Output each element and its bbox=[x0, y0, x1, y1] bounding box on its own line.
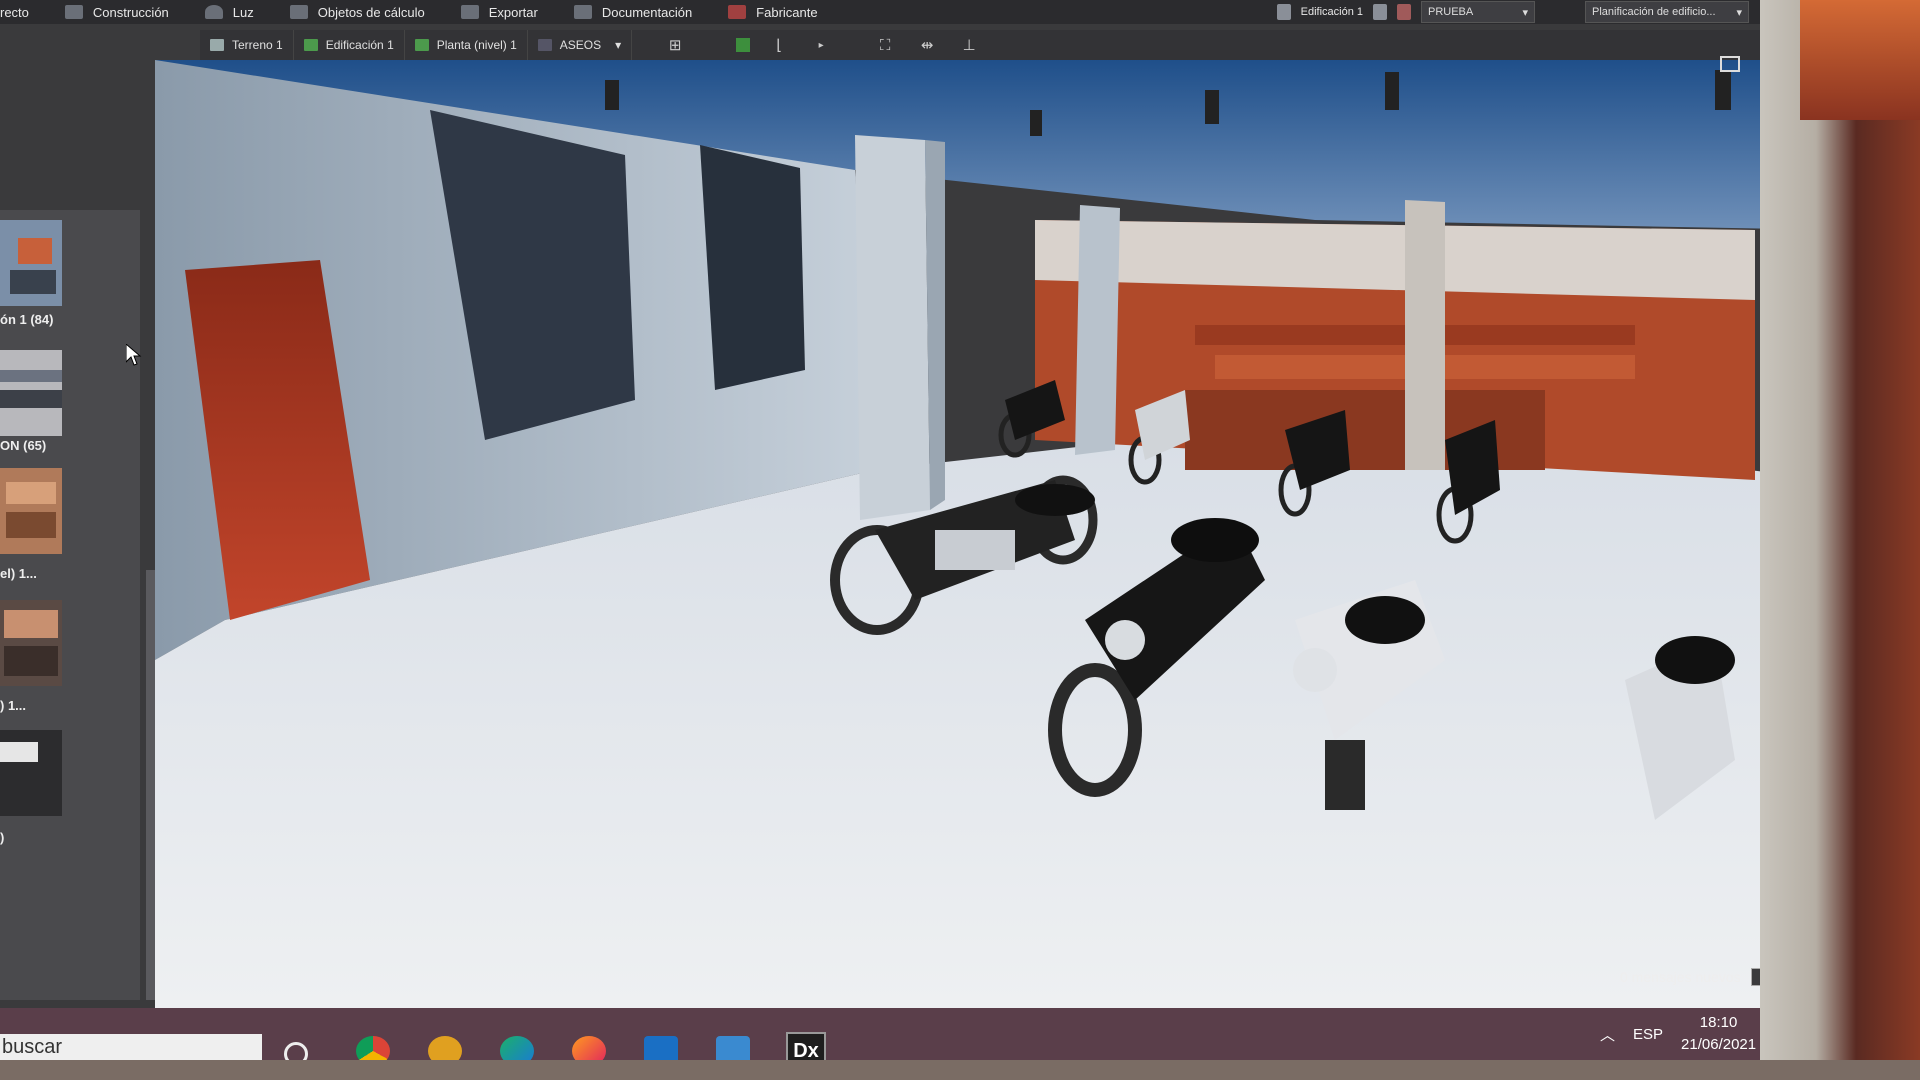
menu-item-label: Luz bbox=[232, 4, 254, 20]
downloader-icon[interactable] bbox=[428, 1036, 462, 1060]
measure-icon[interactable]: ⇹ bbox=[914, 34, 940, 56]
menu-right-controls: Edificación 1 PRUEBA ▾ Planificación de … bbox=[1276, 0, 1800, 24]
menu-item-documentation[interactable]: Documentación bbox=[556, 0, 710, 24]
documentation-icon bbox=[573, 5, 592, 19]
chevron-down-icon: ▾ bbox=[615, 38, 622, 52]
menu-item-label: Documentación bbox=[601, 4, 693, 20]
outlook-icon[interactable] bbox=[644, 1036, 678, 1060]
chevron-down-icon: ▾ bbox=[1522, 6, 1528, 19]
catalog-label-2: ON (65) bbox=[0, 438, 47, 453]
play-icon[interactable]: ▸ bbox=[808, 34, 834, 56]
crumb-label: ASEOS bbox=[559, 38, 602, 52]
catalog-label-5: ) bbox=[0, 830, 5, 845]
clock-time: 18:10 bbox=[1699, 1014, 1738, 1031]
clock-date: 21/06/2021 bbox=[1681, 1036, 1757, 1053]
planning-select[interactable]: Planificación de edificio... ▾ bbox=[1585, 1, 1749, 23]
catalog-thumb-4[interactable] bbox=[0, 600, 62, 686]
menu-item-light[interactable]: Luz bbox=[187, 0, 272, 24]
menu-item-calc-objects[interactable]: Objetos de cálculo bbox=[272, 0, 443, 24]
project-select-value: PRUEBA bbox=[1428, 6, 1474, 18]
breadcrumb-toolbar: Terreno 1 Edificación 1 Planta (nivel) 1… bbox=[200, 30, 1760, 60]
catalog-label-4: ) 1... bbox=[0, 698, 27, 713]
edge-icon[interactable] bbox=[500, 1036, 534, 1060]
crumb-floor[interactable]: Planta (nivel) 1 bbox=[405, 30, 528, 60]
background-surroundings bbox=[1760, 0, 1920, 1080]
menu-item-label: Exportar bbox=[488, 4, 538, 20]
export-icon bbox=[460, 5, 479, 19]
crumb-building[interactable]: Edificación 1 bbox=[294, 30, 405, 60]
building-label[interactable]: Edificación 1 bbox=[1301, 6, 1363, 18]
3d-viewport[interactable] bbox=[155, 60, 1835, 1010]
viewport-maximize-icon[interactable] bbox=[1720, 56, 1740, 72]
height-icon[interactable]: ⊥ bbox=[956, 34, 982, 56]
menu-item-label: Construcción bbox=[92, 4, 169, 20]
menu-item-label: recto bbox=[0, 4, 29, 20]
planning-select-value: Planificación de edificio... bbox=[1592, 6, 1716, 18]
zoom-extents-icon[interactable]: ⛶ bbox=[872, 34, 898, 56]
language-indicator[interactable]: ESP bbox=[1633, 1026, 1663, 1043]
catalog-thumb-2[interactable] bbox=[0, 350, 62, 436]
building-settings-icon[interactable] bbox=[1373, 4, 1387, 20]
background-orange-object bbox=[1800, 0, 1920, 120]
catalog-thumb-5[interactable] bbox=[0, 730, 62, 816]
thumb-image bbox=[0, 600, 62, 686]
3d-scene bbox=[155, 60, 1835, 1010]
catalog-sidebar: ón 1 (84) ON (65) el) 1... ) 1...) bbox=[0, 210, 140, 1000]
crumb-label: Terreno 1 bbox=[232, 38, 283, 52]
thumb-image bbox=[0, 220, 62, 306]
project-select[interactable]: PRUEBA ▾ bbox=[1421, 1, 1535, 23]
room-icon bbox=[537, 39, 552, 51]
cortana-icon[interactable] bbox=[284, 1042, 308, 1060]
chrome-icon[interactable] bbox=[356, 1036, 390, 1060]
mouse-cursor-icon bbox=[126, 344, 142, 366]
menu-item-manufacturer[interactable]: Fabricante bbox=[710, 0, 835, 24]
windows-taskbar bbox=[0, 1008, 1840, 1060]
chevron-down-icon: ▾ bbox=[1736, 6, 1742, 19]
message-count: 0 mensajes nuevos bbox=[1620, 969, 1741, 985]
build-icon bbox=[64, 5, 83, 19]
catalog-label-3: el) 1... bbox=[0, 566, 37, 581]
catalog-label-1: ón 1 (84) bbox=[0, 312, 54, 327]
grid-tool-icon[interactable]: ⊞ bbox=[662, 34, 688, 56]
monitor-bezel bbox=[0, 1060, 1920, 1080]
catalog-thumb-3[interactable] bbox=[0, 468, 62, 554]
monitor-screen: recto Construcción Luz Objetos de cálcul… bbox=[0, 0, 1840, 1060]
thumb-image bbox=[0, 350, 62, 436]
building-icon bbox=[303, 39, 318, 51]
calc-objects-icon bbox=[289, 5, 308, 19]
crumb-room[interactable]: ASEOS ▾ bbox=[528, 30, 633, 60]
view-3d-toggle[interactable] bbox=[736, 38, 751, 52]
menu-item-export[interactable]: Exportar bbox=[443, 0, 556, 24]
firefox-icon[interactable] bbox=[572, 1036, 606, 1060]
menu-item-label: Objetos de cálculo bbox=[317, 4, 425, 20]
crumb-label: Edificación 1 bbox=[325, 38, 394, 52]
terrain-icon bbox=[210, 39, 224, 51]
crumb-terrain[interactable]: Terreno 1 bbox=[200, 30, 294, 60]
menu-item-construction[interactable]: Construcción bbox=[47, 0, 187, 24]
building-icon bbox=[1276, 4, 1291, 20]
floor-icon bbox=[414, 39, 429, 51]
corner-tool-icon[interactable]: ⌊ bbox=[766, 34, 792, 56]
thumb-image bbox=[0, 730, 62, 816]
menu-item-label: Fabricante bbox=[756, 4, 818, 20]
crumb-label: Planta (nivel) 1 bbox=[436, 38, 517, 52]
light-icon bbox=[204, 5, 223, 19]
main-menu-bar: recto Construcción Luz Objetos de cálcul… bbox=[0, 0, 1840, 24]
thumb-image bbox=[0, 468, 62, 554]
catalog-thumb-1[interactable] bbox=[0, 220, 62, 306]
menu-item-project[interactable]: recto bbox=[0, 0, 47, 24]
building-delete-icon[interactable] bbox=[1397, 4, 1411, 20]
taskbar-clock[interactable]: 18:10 21/06/2021 bbox=[1681, 1012, 1756, 1056]
dx-app-icon[interactable]: Dx bbox=[786, 1032, 826, 1060]
chevron-up-icon[interactable]: ︿ bbox=[1600, 1024, 1615, 1045]
manufacturer-icon bbox=[728, 5, 747, 19]
store-app-icon[interactable] bbox=[716, 1036, 750, 1060]
taskbar-search-input[interactable]: buscar bbox=[0, 1034, 262, 1060]
